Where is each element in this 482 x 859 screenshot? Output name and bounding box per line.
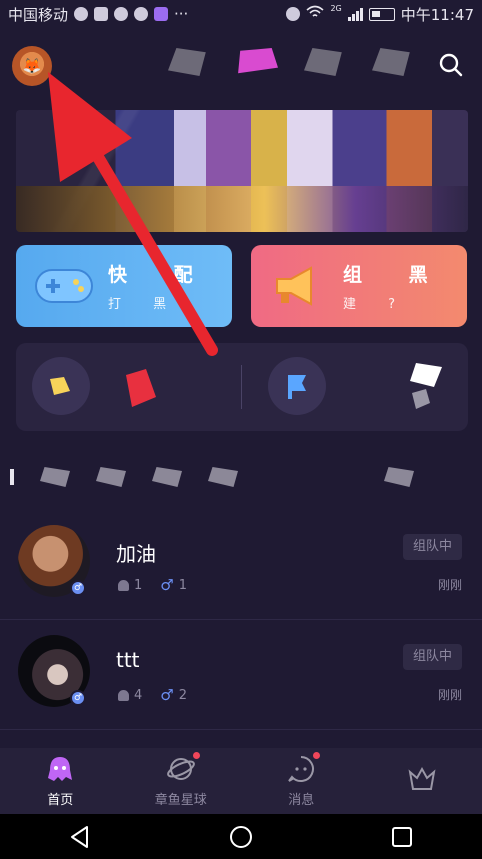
male-count: 2 — [178, 687, 188, 703]
quick-match-subtitle: 打 黑 — [108, 297, 181, 312]
filter-chip-2[interactable] — [96, 467, 126, 487]
nav-messages[interactable]: 消息 — [256, 752, 346, 808]
team-up-card[interactable]: 组 黑 建 ? — [251, 245, 467, 327]
crown-icon — [407, 764, 437, 794]
app-notification-icon — [94, 7, 109, 21]
app-icon — [134, 7, 149, 21]
feature-item-4[interactable] — [396, 357, 454, 415]
top-header: 🦊 — [0, 40, 482, 90]
search-icon — [439, 53, 463, 77]
tab-5-icon — [372, 48, 410, 76]
nav-profile[interactable] — [377, 764, 467, 799]
clock-text: 中午11:47 — [400, 5, 474, 24]
list-item[interactable]: ♂ ttt 4 ♂ 2 组队中 刚刚 — [0, 620, 482, 730]
carrier-text: 中国移动 — [8, 5, 69, 24]
wifi-icon — [306, 5, 324, 23]
room-list: ♂ 加油 1 ♂ 1 组队中 刚刚 ♂ ttt 4 ♂ 2 组队中 刚刚 — [0, 510, 482, 730]
tab-2-icon — [168, 48, 206, 76]
more-notifications-icon: ··· — [174, 5, 189, 23]
nav-messages-label: 消息 — [288, 793, 315, 808]
status-bar: 中国移动 ··· 2G 中午11:47 — [0, 0, 482, 28]
status-badge: 组队中 — [402, 644, 462, 670]
search-button[interactable] — [438, 52, 464, 78]
feature-strip — [16, 343, 468, 431]
user-icon — [118, 579, 129, 591]
tab-3[interactable] — [236, 48, 278, 76]
alarm-icon — [286, 7, 301, 21]
recents-button[interactable] — [389, 824, 415, 850]
male-count: 1 — [178, 577, 188, 593]
back-button[interactable] — [67, 824, 93, 850]
room-stats: 4 ♂ 2 — [118, 686, 187, 704]
section-marker — [10, 469, 14, 485]
chat-icon — [286, 754, 316, 784]
nav-planet-label: 章鱼星球 — [154, 793, 207, 808]
filter-chip-5[interactable] — [384, 467, 414, 487]
list-item[interactable]: ♂ 加油 1 ♂ 1 组队中 刚刚 — [0, 510, 482, 620]
promo-banner[interactable] — [16, 110, 468, 232]
tab-1[interactable] — [100, 48, 142, 76]
nav-home-label: 首页 — [47, 793, 74, 808]
member-count: 1 — [134, 577, 143, 593]
status-badge: 组队中 — [402, 534, 462, 560]
nav-home[interactable]: 首页 — [15, 754, 105, 808]
timestamp: 刚刚 — [437, 578, 462, 592]
strip-divider — [241, 365, 242, 409]
filter-chip-3[interactable] — [152, 467, 182, 487]
battery-icon — [368, 7, 395, 21]
octopus-icon — [45, 754, 75, 784]
signal-icon — [347, 7, 363, 21]
filter-chip-1[interactable] — [40, 467, 70, 487]
feature-item-2[interactable] — [112, 357, 170, 415]
wechat-icon — [74, 7, 89, 21]
video-app-icon — [154, 7, 169, 21]
filter-chip-4[interactable] — [208, 467, 238, 487]
tab-5[interactable] — [372, 48, 414, 76]
timestamp: 刚刚 — [437, 688, 462, 702]
home-button[interactable] — [228, 824, 254, 850]
male-icon: ♂ — [70, 690, 86, 706]
section-header — [10, 462, 470, 492]
tab-4[interactable] — [304, 48, 346, 76]
tab-4-icon — [304, 48, 342, 76]
user-icon — [118, 689, 129, 701]
system-nav-bar — [0, 814, 482, 859]
feature-item-1[interactable] — [32, 357, 90, 415]
team-up-subtitle: 建 ? — [343, 297, 410, 312]
planet-icon — [166, 754, 196, 784]
member-count: 4 — [134, 687, 143, 703]
bottom-nav: 首页 章鱼星球 消息 — [0, 748, 482, 814]
room-stats: 1 ♂ 1 — [118, 576, 187, 594]
tab-2[interactable] — [168, 48, 210, 76]
male-icon: ♂ — [70, 580, 86, 596]
quick-match-card[interactable]: 快 配 打 黑 — [16, 245, 232, 327]
male-icon: ♂ — [160, 576, 174, 594]
nav-planet[interactable]: 章鱼星球 — [136, 752, 226, 808]
home-circle-icon — [229, 825, 252, 848]
quick-match-title: 快 配 — [108, 264, 213, 286]
male-icon: ♂ — [160, 686, 174, 704]
room-name: ttt — [116, 648, 140, 672]
network-type: 2G — [330, 3, 342, 13]
tab-3-icon — [238, 48, 278, 74]
back-icon — [71, 825, 89, 848]
team-up-title: 组 黑 — [343, 264, 448, 286]
message-icon — [114, 7, 129, 21]
recents-icon — [391, 826, 412, 847]
feature-item-3[interactable] — [268, 357, 326, 415]
room-name: 加油 — [116, 542, 156, 566]
megaphone-icon — [269, 264, 329, 308]
header-tab-bar — [100, 48, 414, 76]
user-avatar[interactable]: 🦊 — [12, 46, 52, 86]
gamepad-icon — [34, 264, 94, 308]
